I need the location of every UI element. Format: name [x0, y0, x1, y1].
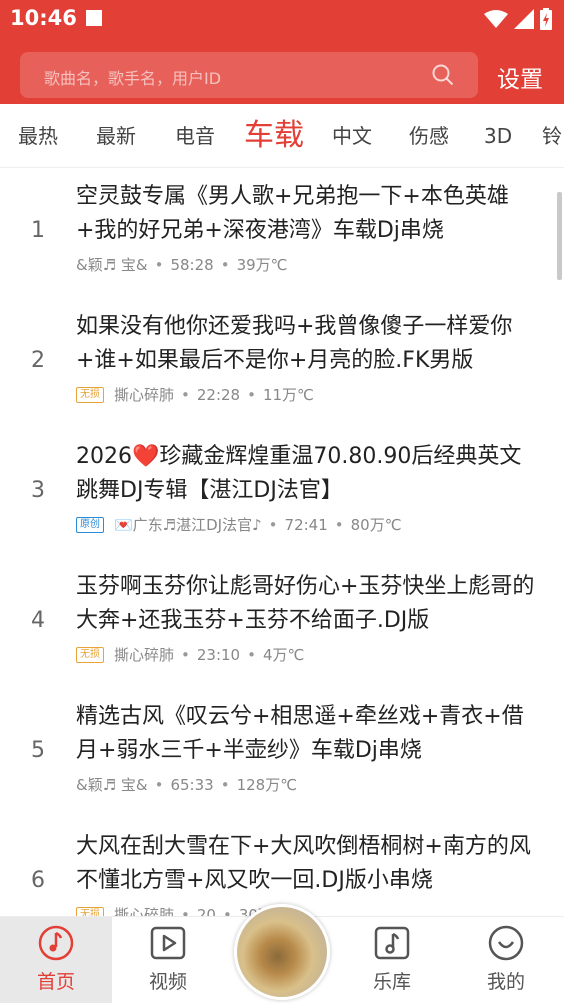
uploader-name: &颖♬ 宝& [76, 256, 148, 274]
nav-mine[interactable]: 我的 [450, 917, 562, 1003]
separator: • [334, 515, 344, 534]
separator: • [247, 385, 256, 404]
tab-3d[interactable]: 3D [484, 104, 512, 168]
song-item[interactable]: 1 空灵鼓专属《男人歌+兄弟抱一下+本色英雄+我的好兄弟+深夜港湾》车载Dj串烧… [0, 168, 564, 298]
song-index: 1 [31, 218, 45, 243]
song-meta: 原创 💌广东♬湛江DJ法官♪ • 72:41 • 80万℃ [76, 514, 402, 535]
song-index: 3 [31, 478, 45, 503]
song-duration: 72:41 [284, 515, 328, 534]
original-badge: 原创 [76, 516, 104, 533]
play-count: 39万℃ [236, 256, 288, 274]
lossless-badge: 无损 [76, 906, 104, 916]
separator: • [222, 905, 232, 917]
song-index: 2 [31, 348, 45, 373]
nav-library[interactable]: 乐库 [336, 917, 448, 1003]
song-index: 6 [31, 868, 45, 893]
song-title: 玉芬啊玉芬你让彪哥好伤心+玉芬快坐上彪哥的大奔+还我玉芬+玉芬不给面子.DJ版 [76, 574, 535, 633]
song-duration: 20 [196, 905, 216, 917]
uploader-name: 撕心碎肺 [114, 646, 175, 664]
separator: • [247, 645, 256, 664]
system-icons [484, 8, 552, 30]
nav-label: 我的 [486, 971, 525, 993]
tab-chinese[interactable]: 中文 [332, 104, 372, 168]
tab-sad[interactable]: 伤感 [409, 104, 449, 168]
nav-label: 首页 [36, 971, 75, 993]
separator: • [268, 515, 278, 534]
song-title: 大风在刮大雪在下+大风吹倒梧桐树+南方的风不懂北方雪+风又吹一回.DJ版小串烧 [76, 834, 531, 893]
separator: • [154, 255, 164, 274]
song-item[interactable]: 4 玉芬啊玉芬你让彪哥好伤心+玉芬快坐上彪哥的大奔+还我玉芬+玉芬不给面子.DJ… [0, 558, 564, 688]
song-item[interactable]: 3 2026❤️珍藏金辉煌重温70.80.90后经典英文跳舞DJ专辑【湛江DJ法… [0, 428, 564, 558]
song-index: 4 [31, 608, 45, 633]
profile-face-icon [488, 925, 524, 961]
nav-label: 乐库 [372, 971, 411, 993]
song-meta: &颖♬ 宝& • 58:28 • 39万℃ [76, 254, 288, 275]
album-disc-player-button[interactable] [234, 904, 330, 1000]
separator: • [154, 775, 164, 794]
song-meta: &颖♬ 宝& • 65:33 • 128万℃ [76, 774, 297, 795]
play-count: 80万℃ [350, 516, 402, 534]
separator: • [220, 255, 230, 274]
scrollbar[interactable] [557, 192, 562, 280]
separator: • [181, 905, 190, 917]
status-bar: 10:46 [0, 0, 564, 38]
song-list: 1 空灵鼓专属《男人歌+兄弟抱一下+本色英雄+我的好兄弟+深夜港湾》车载Dj串烧… [0, 168, 564, 916]
nav-home[interactable]: 首页 [0, 917, 112, 1003]
tab-hot[interactable]: 最热 [18, 104, 58, 168]
search-placeholder: 歌曲名，歌手名，用户ID [44, 69, 222, 88]
settings-button[interactable]: 设置 [497, 60, 543, 94]
tab-newest[interactable]: 最新 [96, 104, 136, 168]
separator: • [181, 385, 190, 404]
uploader-name: 撕心碎肺 [114, 906, 175, 916]
uploader-name: 撕心碎肺 [114, 386, 175, 404]
song-item[interactable]: 2 如果没有他你还爱我吗+我曾像傻子一样爱你+谁+如果最后不是你+月亮的脸.FK… [0, 298, 564, 428]
signal-icon [514, 9, 534, 29]
song-index: 5 [31, 738, 45, 763]
lossless-badge: 无损 [76, 646, 104, 663]
video-play-icon [150, 926, 186, 960]
tab-car[interactable]: 车载 [244, 104, 304, 168]
nav-label: 视频 [148, 971, 187, 993]
song-item[interactable]: 6 大风在刮大雪在下+大风吹倒梧桐树+南方的风不懂北方雪+风又吹一回.DJ版小串… [0, 818, 564, 916]
song-item[interactable]: 5 精选古风《叹云兮+相思遥+牵丝戏+青衣+借月+弱水三千+半壶纱》车载Dj串烧… [0, 688, 564, 818]
uploader-name: &颖♬ 宝& [76, 776, 148, 794]
separator: • [220, 775, 230, 794]
song-duration: 23:10 [196, 645, 241, 664]
song-title: 如果没有他你还爱我吗+我曾像傻子一样爱你+谁+如果最后不是你+月亮的脸.FK男版 [76, 314, 513, 373]
uploader-name: 💌广东♬湛江DJ法官♪ [114, 516, 262, 534]
song-title: 精选古风《叹云兮+相思遥+牵丝戏+青衣+借月+弱水三千+半壶纱》车载Dj串烧 [76, 704, 524, 763]
search-icon[interactable] [432, 64, 454, 86]
song-title: 2026❤️珍藏金辉煌重温70.80.90后经典英文跳舞DJ专辑【湛江DJ法官】 [76, 444, 522, 503]
wifi-icon [484, 10, 508, 28]
song-title: 空灵鼓专属《男人歌+兄弟抱一下+本色英雄+我的好兄弟+深夜港湾》车载Dj串烧 [76, 184, 509, 243]
battery-icon [540, 8, 552, 30]
notification-icon [86, 10, 102, 26]
tab-ringtone[interactable]: 铃 [542, 104, 562, 168]
category-tabs: 最热 最新 电音 车载 中文 伤感 3D 铃 [0, 104, 564, 168]
song-meta: 无损 撕心碎肺 • 23:10 • 4万℃ [76, 644, 304, 665]
song-duration: 22:28 [196, 385, 241, 404]
play-count: 4万℃ [262, 646, 305, 664]
song-duration: 65:33 [170, 775, 214, 794]
music-note-icon [38, 925, 74, 961]
play-count: 128万℃ [236, 776, 298, 794]
nav-video[interactable]: 视频 [112, 917, 224, 1003]
song-meta: 无损 撕心碎肺 • 22:28 • 11万℃ [76, 384, 314, 405]
tab-electronic[interactable]: 电音 [175, 104, 215, 168]
search-input[interactable]: 歌曲名，歌手名，用户ID [20, 52, 478, 98]
play-count: 11万℃ [262, 386, 314, 404]
status-time: 10:46 [10, 6, 77, 30]
lossless-badge: 无损 [76, 386, 104, 403]
separator: • [181, 645, 190, 664]
music-library-icon [374, 926, 410, 960]
app-header: 10:46 歌曲名，歌手名，用户ID 设置 [0, 0, 564, 104]
song-duration: 58:28 [170, 255, 214, 274]
